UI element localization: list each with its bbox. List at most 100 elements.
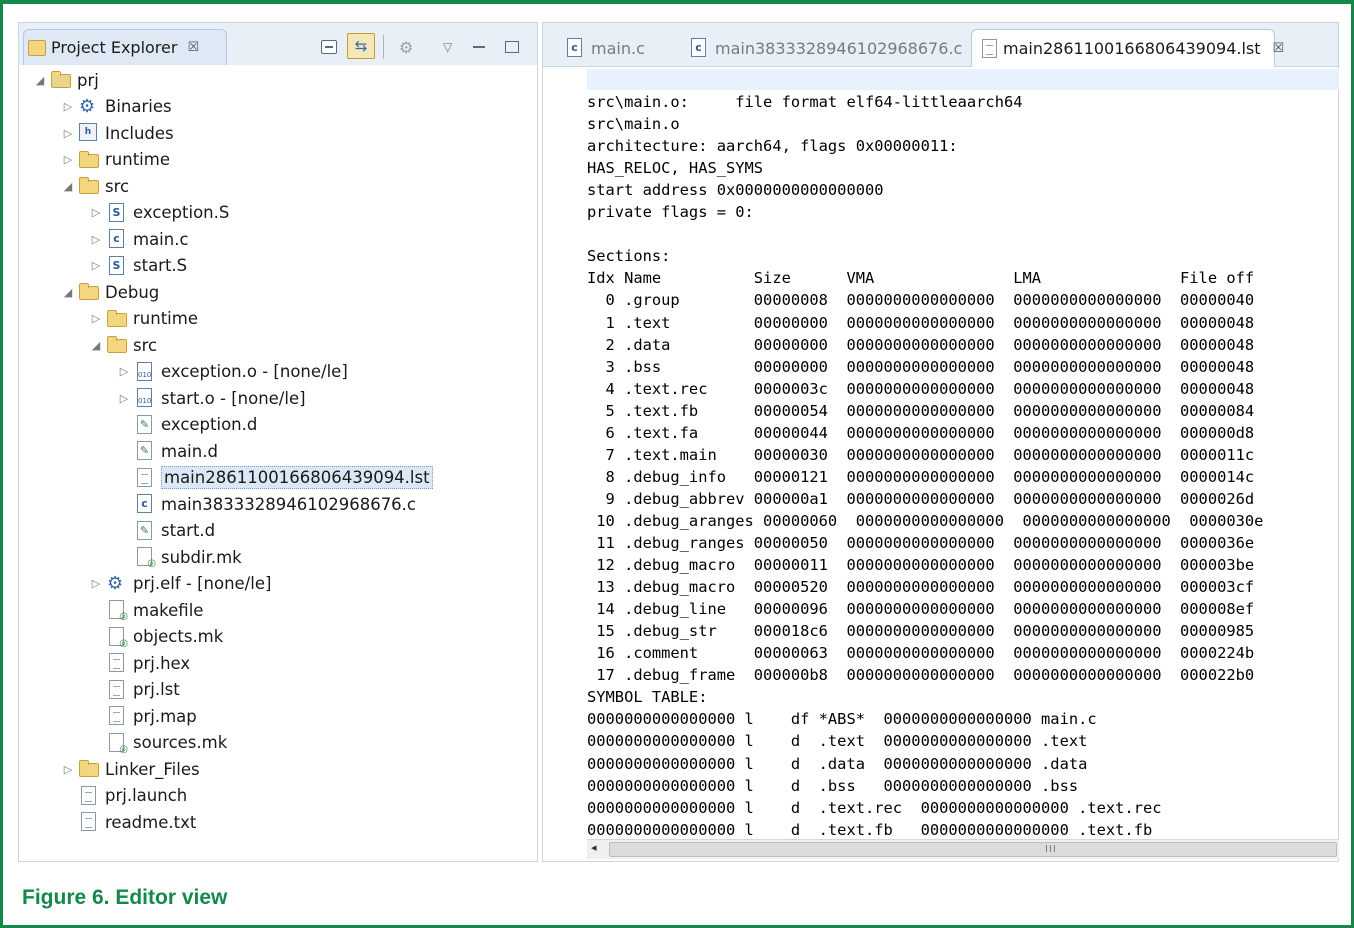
expand-arrow-icon[interactable]: ▷ xyxy=(61,127,75,140)
tree-item[interactable]: sources.mk xyxy=(89,730,227,756)
tree-item[interactable]: readme.txt xyxy=(61,809,196,835)
tree-item[interactable]: ▷ runtime xyxy=(61,147,170,173)
expand-arrow-icon[interactable]: ▷ xyxy=(61,153,75,166)
tree-item[interactable]: prj.hex xyxy=(89,650,190,676)
collapse-all-button[interactable] xyxy=(321,37,337,57)
tree-item[interactable]: ▷ ⚙ prj.elf - [none/le] xyxy=(89,571,272,597)
view-menu-button[interactable]: ▽ xyxy=(443,37,452,57)
expand-arrow-icon[interactable]: ▷ xyxy=(61,763,75,776)
expand-arrow-icon[interactable]: ▷ xyxy=(117,392,131,405)
expand-arrow-open-icon[interactable]: ◢ xyxy=(89,339,103,352)
folder-icon xyxy=(79,759,99,779)
c-file-icon: c xyxy=(565,38,585,58)
makefile-icon xyxy=(107,732,128,755)
expand-arrow-open-icon[interactable]: ◢ xyxy=(61,286,75,299)
tree-item[interactable]: objects.mk xyxy=(89,624,223,650)
tab-main2861100166806439094-lst[interactable]: main2861100166806439094.lst ☒ xyxy=(971,29,1284,67)
tree-item-label: start.S xyxy=(133,256,188,275)
tab-main-c[interactable]: c main.c xyxy=(557,29,645,67)
object-file-glyph: 010 xyxy=(137,361,152,381)
code-line: 0000000000000000 l d .text 0000000000000… xyxy=(587,732,1088,751)
code-line: 7 .text.main 00000030 0000000000000000 0… xyxy=(587,445,1255,464)
expand-arrow-icon[interactable]: ▷ xyxy=(89,206,103,219)
expand-arrow-open-icon[interactable]: ◢ xyxy=(33,74,47,87)
tree-item[interactable]: ▷ 010 start.o - [none/le] xyxy=(117,385,306,411)
expand-arrow-icon[interactable]: ▷ xyxy=(117,365,131,378)
code-line: 8 .debug_info 00000121 0000000000000000 … xyxy=(587,467,1255,486)
expand-arrow-icon[interactable]: ▷ xyxy=(89,577,103,590)
tree-item[interactable]: ▷ 010 exception.o - [none/le] xyxy=(117,359,348,385)
makefile-glyph xyxy=(137,547,156,569)
minimize-button[interactable] xyxy=(473,37,485,57)
source-folder-icon xyxy=(79,176,99,196)
code-line: 14 .debug_line 00000096 0000000000000000… xyxy=(587,600,1255,619)
close-icon[interactable]: ☒ xyxy=(187,40,199,55)
tree-item[interactable]: ◢ src xyxy=(89,332,157,358)
tree-item[interactable]: c main3833328946102968676.c xyxy=(117,491,416,517)
tab-project-explorer[interactable]: Project Explorer ☒ xyxy=(23,29,227,65)
makefile-icon xyxy=(135,547,156,569)
executable-glyph: ⚙ xyxy=(107,572,124,594)
tree-item-label: src xyxy=(133,335,158,355)
object-file-glyph: 010 xyxy=(137,388,152,407)
maximize-button[interactable] xyxy=(505,37,519,57)
link-with-editor-button[interactable]: ⇆ xyxy=(347,33,375,59)
chevron-down-icon: ▽ xyxy=(443,40,453,54)
editor-text-area[interactable]: src\main.o: file format elf64-littleaarc… xyxy=(587,91,1339,841)
code-line: SYMBOL TABLE: xyxy=(587,688,708,707)
code-line: 11 .debug_ranges 00000050 00000000000000… xyxy=(587,534,1255,552)
tree-item[interactable]: ▷ Sstart.S xyxy=(89,253,187,279)
code-line: 0000000000000000 l d .text.fb 0000000000… xyxy=(587,820,1153,839)
expand-arrow-icon[interactable]: ▷ xyxy=(89,312,103,325)
expand-arrow-icon[interactable]: ▷ xyxy=(61,100,75,113)
tree-item[interactable]: ▷ c main.c xyxy=(89,226,189,252)
code-line: src\main.o xyxy=(587,115,680,134)
c-file-icon: c xyxy=(135,494,155,514)
filter-button[interactable]: ⚙ xyxy=(399,37,413,57)
tree-item-label: exception.S xyxy=(133,203,230,222)
folder-icon xyxy=(79,282,99,302)
tree-item[interactable]: ✎ main.d xyxy=(117,438,218,464)
folder-icon xyxy=(107,309,127,329)
tree-item[interactable]: ✎ start.d xyxy=(117,518,215,544)
tree-item[interactable]: ◢ src xyxy=(61,173,129,199)
tree-item-label: src xyxy=(105,176,130,196)
text-file-glyph xyxy=(109,706,124,725)
tree-item[interactable]: subdir.mk xyxy=(117,544,242,570)
tree-item[interactable]: makefile xyxy=(89,597,203,623)
horizontal-scrollbar[interactable]: ◂ III xyxy=(587,839,1339,859)
project-explorer-view: Project Explorer ☒ ⇆ ⚙ ▽ ◢ prj ▷ ⚙ Binaries ▷… xyxy=(18,22,538,862)
tree-item[interactable]: ▷ h Includes xyxy=(61,120,174,146)
tree-item[interactable]: ▷ Sexception.S xyxy=(89,200,229,226)
tree-item[interactable]: ▷ ⚙ Binaries xyxy=(61,94,172,120)
tree-item[interactable]: ✎ exception.d xyxy=(117,412,257,438)
expand-arrow-icon[interactable]: ▷ xyxy=(89,233,103,246)
binaries-glyph: ⚙ xyxy=(79,95,96,117)
tree-item[interactable]: main2861100166806439094.lst xyxy=(117,465,433,491)
tree-item[interactable]: prj.launch xyxy=(61,783,187,809)
code-line: src\main.o: file format elf64-littleaarc… xyxy=(587,93,1023,111)
includes-icon: h xyxy=(79,123,99,143)
project-folder-glyph xyxy=(51,71,71,88)
tree-item[interactable]: ▷ Linker_Files xyxy=(61,756,200,782)
source-folder-icon xyxy=(79,150,99,170)
code-line: 2 .data 00000000 0000000000000000 000000… xyxy=(587,335,1255,354)
tab-main3833328946102968676-c[interactable]: c main3833328946102968676.c xyxy=(681,29,962,67)
tree-item[interactable]: ◢ prj xyxy=(33,67,99,93)
tree-item-label: Debug xyxy=(105,282,160,302)
scroll-left-icon[interactable]: ◂ xyxy=(591,841,597,854)
toolbar-separator xyxy=(383,35,384,59)
tree-item-label: main3833328946102968676.c xyxy=(161,494,417,514)
scrollbar-thumb[interactable]: III xyxy=(609,842,1337,857)
tree-item-label: main.c xyxy=(133,229,189,249)
tree-item[interactable]: prj.lst xyxy=(89,677,180,703)
code-line: start address 0x0000000000000000 xyxy=(587,181,884,200)
expand-arrow-open-icon[interactable]: ◢ xyxy=(61,180,75,193)
tree-item[interactable]: prj.map xyxy=(89,703,197,729)
expand-arrow-icon[interactable]: ▷ xyxy=(89,259,103,272)
project-explorer-icon xyxy=(28,39,46,56)
close-icon[interactable]: ☒ xyxy=(1273,41,1285,56)
tree-item[interactable]: ◢ Debug xyxy=(61,279,160,305)
tree-item[interactable]: ▷ runtime xyxy=(89,306,198,332)
c-file-icon: c xyxy=(689,38,709,58)
